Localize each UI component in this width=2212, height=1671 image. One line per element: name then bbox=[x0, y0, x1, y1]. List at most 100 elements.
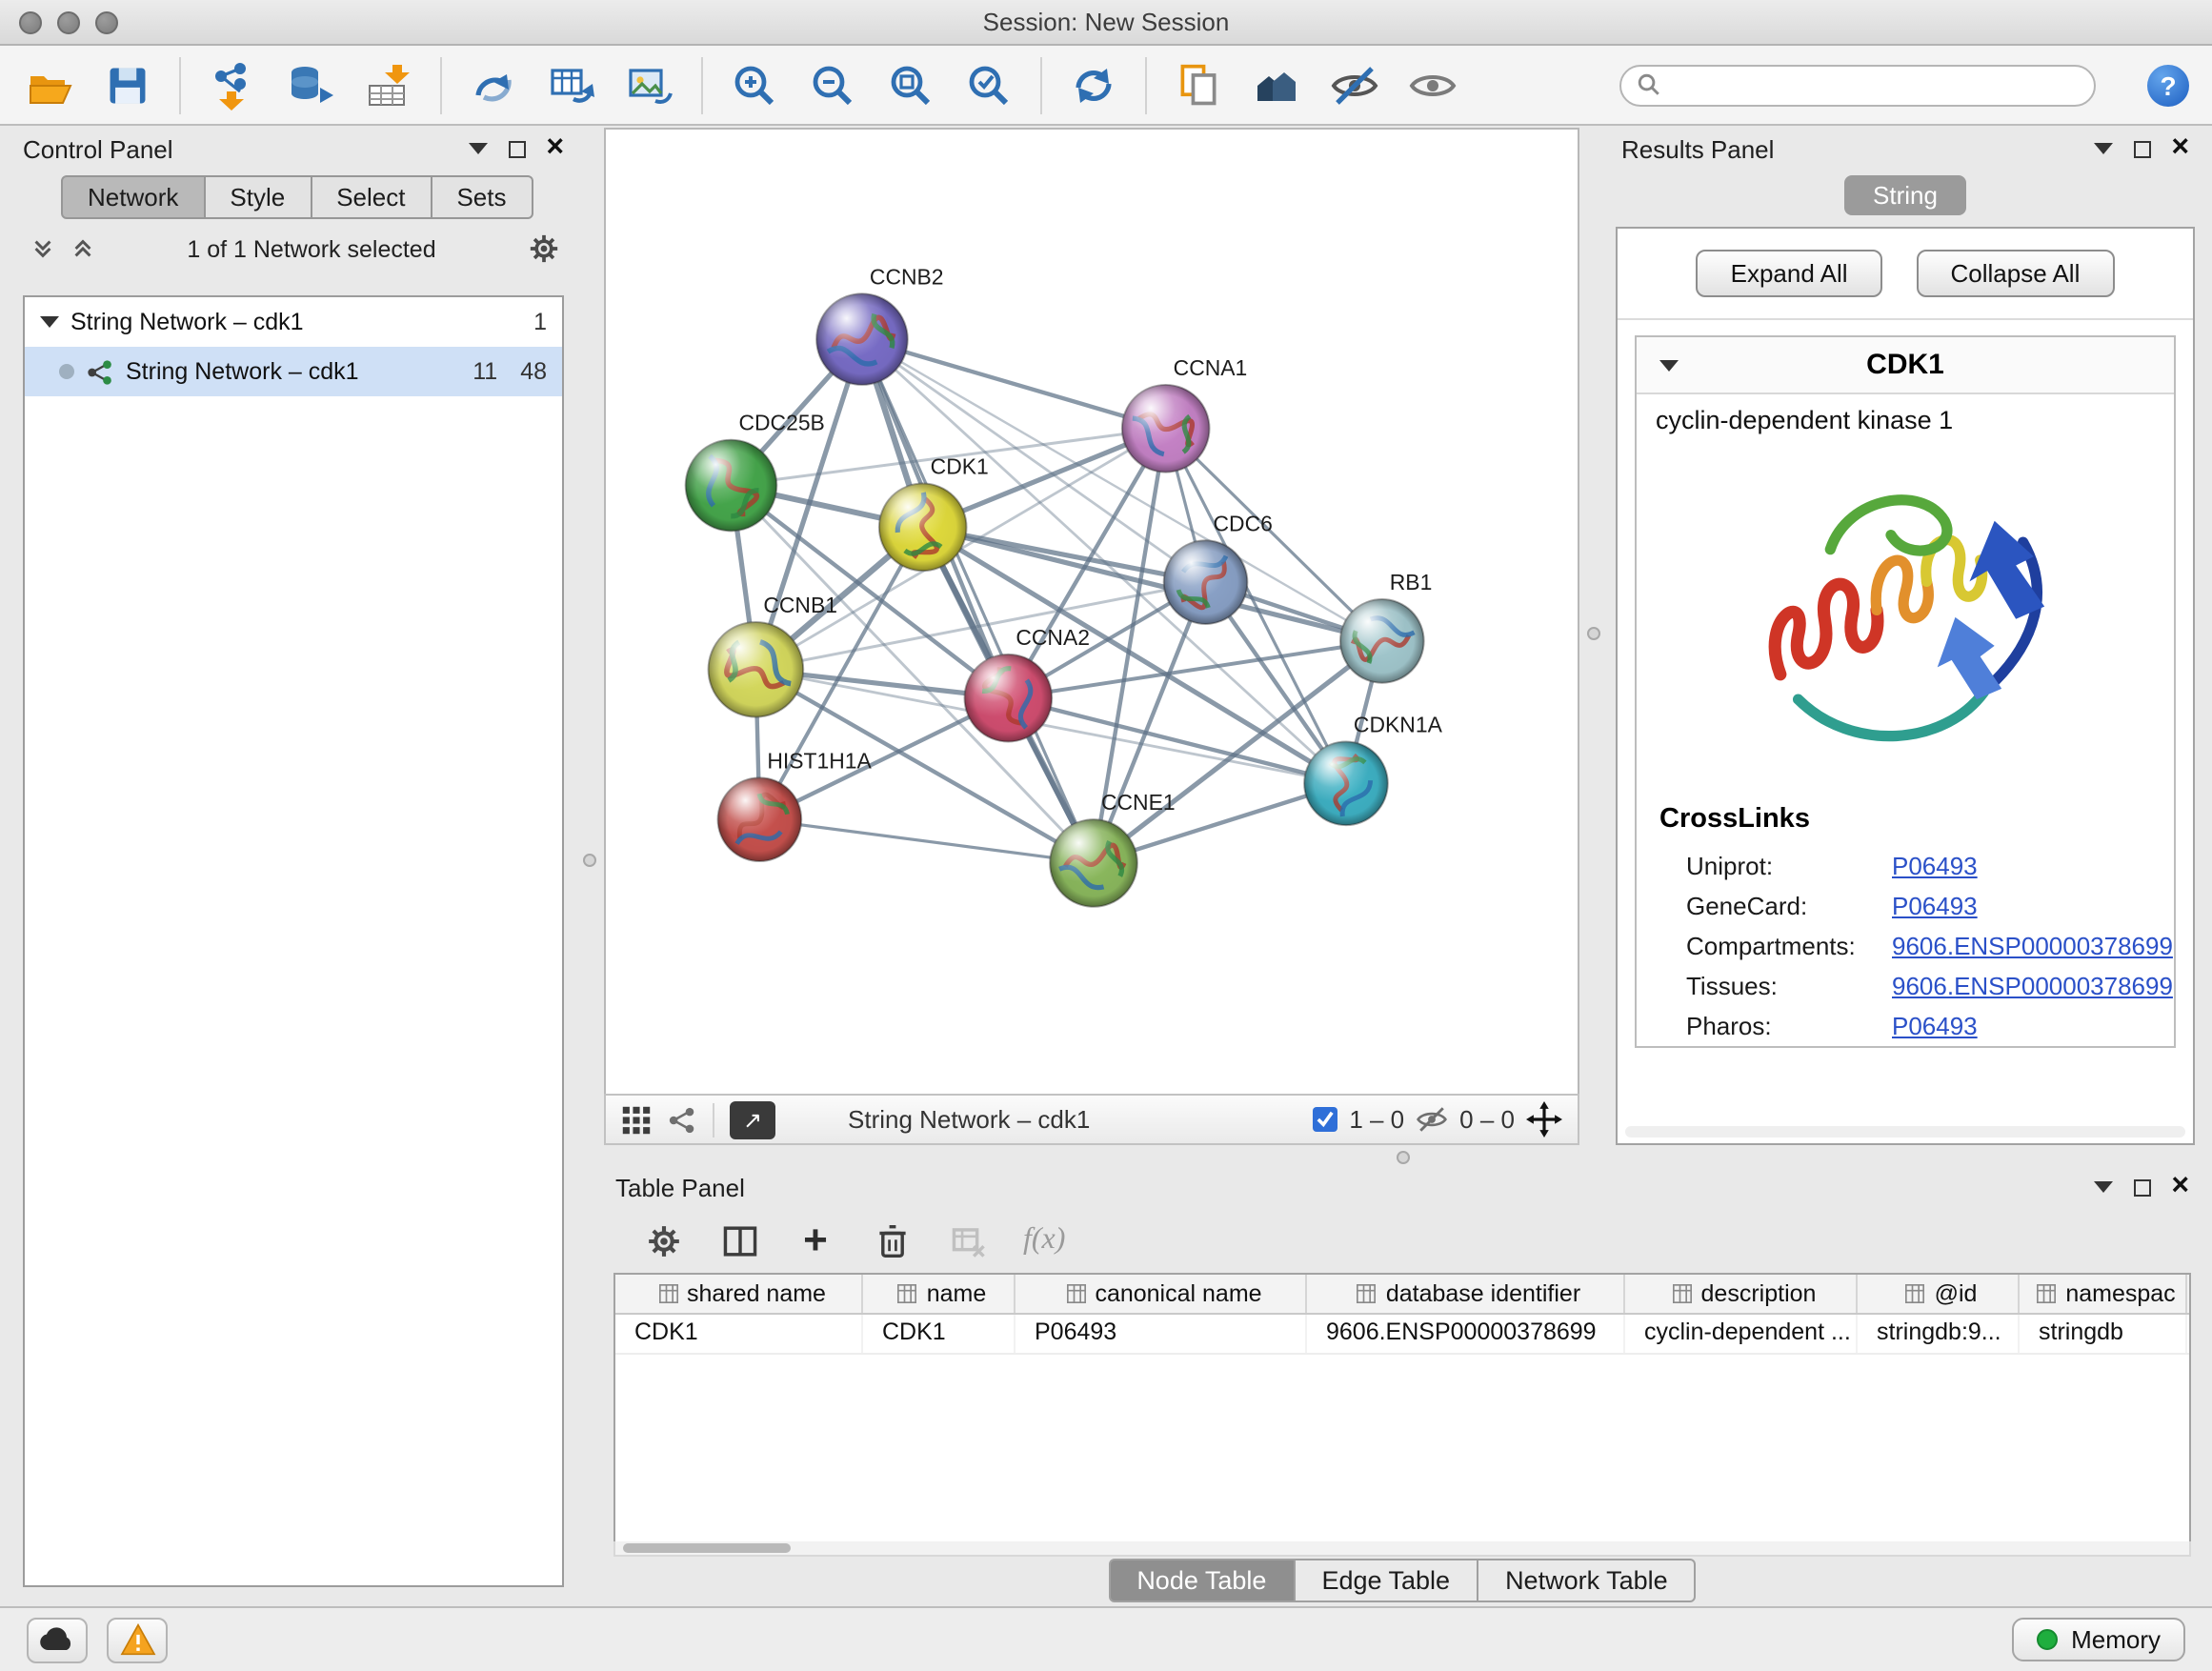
node-CCNB1[interactable]: CCNB1 bbox=[709, 593, 837, 717]
home-layout-button[interactable] bbox=[1250, 58, 1303, 111]
share-view-icon[interactable] bbox=[667, 1104, 697, 1135]
hide-selected-button[interactable] bbox=[1328, 58, 1381, 111]
crosslink-value-link[interactable]: P06493 bbox=[1892, 852, 1978, 880]
edge-CCNB2-CCNA1[interactable] bbox=[862, 339, 1166, 429]
tab-network[interactable]: Network bbox=[61, 175, 205, 219]
column-header[interactable]: shared name bbox=[615, 1275, 863, 1313]
panel-close-icon[interactable] bbox=[546, 135, 564, 162]
crosslink-value-link[interactable]: P06493 bbox=[1892, 892, 1978, 920]
show-columns-button[interactable] bbox=[718, 1219, 760, 1261]
column-header[interactable]: namespac bbox=[2020, 1275, 2187, 1313]
crosslink-value-link[interactable]: 9606.ENSP00000378699 bbox=[1892, 932, 2173, 960]
gene-expander-icon[interactable] bbox=[1659, 359, 1679, 371]
help-button[interactable] bbox=[2147, 64, 2189, 106]
column-header[interactable]: description bbox=[1625, 1275, 1858, 1313]
hidden-eye-icon[interactable] bbox=[1416, 1103, 1448, 1136]
network-tools-button[interactable] bbox=[467, 58, 520, 111]
node-label-CDC6: CDC6 bbox=[1214, 511, 1273, 535]
import-table-button[interactable] bbox=[362, 58, 415, 111]
network-view-canvas[interactable]: CCNB2CCNA1CDC25BCDK1CDC6RB1CCNB1CCNA2CDK… bbox=[604, 128, 1579, 1094]
node-label-CCNB2: CCNB2 bbox=[870, 264, 944, 289]
table-hscroll-thumb[interactable] bbox=[623, 1543, 791, 1553]
memory-button[interactable]: Memory bbox=[2012, 1618, 2185, 1661]
import-network-database-button[interactable] bbox=[284, 58, 337, 111]
save-session-button[interactable] bbox=[101, 58, 154, 111]
show-all-button[interactable] bbox=[1406, 58, 1459, 111]
collection-expander-icon[interactable] bbox=[40, 316, 59, 328]
table-settings-button[interactable] bbox=[642, 1219, 684, 1261]
tab-select[interactable]: Select bbox=[312, 175, 432, 219]
detach-view-button[interactable] bbox=[730, 1100, 775, 1138]
panel-float-icon[interactable] bbox=[2133, 140, 2150, 157]
import-network-file-button[interactable] bbox=[206, 58, 259, 111]
selected-checkbox-icon[interactable] bbox=[1313, 1107, 1337, 1132]
maximize-window-icon[interactable] bbox=[95, 11, 118, 34]
function-builder-button[interactable]: f(x) bbox=[1023, 1223, 1065, 1258]
control-panel-header: Control Panel bbox=[11, 128, 575, 170]
panel-menu-icon[interactable] bbox=[2093, 143, 2112, 154]
table-hscrollbar[interactable] bbox=[613, 1541, 2191, 1557]
tab-edge-table[interactable]: Edge Table bbox=[1295, 1559, 1478, 1602]
panel-float-icon[interactable] bbox=[2133, 1178, 2150, 1196]
expand-all-icon[interactable] bbox=[70, 236, 95, 261]
crosslink-value-link[interactable]: 9606.ENSP00000378699 bbox=[1892, 972, 2173, 1000]
node-CCNB2[interactable]: CCNB2 bbox=[816, 264, 943, 385]
network-collection-row[interactable]: String Network – cdk1 1 bbox=[25, 297, 562, 347]
crosslink-row: Tissues:9606.ENSP00000378699 bbox=[1637, 966, 2174, 1006]
two-arrows-icon bbox=[469, 60, 518, 110]
edge-CCNB2-CCNE1[interactable] bbox=[862, 339, 1094, 863]
crosslink-value-link[interactable]: P06493 bbox=[1892, 1012, 1978, 1040]
tab-string[interactable]: String bbox=[1844, 175, 1966, 215]
edge-HIST1H1A-CCNE1[interactable] bbox=[759, 819, 1094, 863]
zoom-out-button[interactable] bbox=[806, 58, 859, 111]
results-scrollbar[interactable] bbox=[1625, 1126, 2185, 1137]
gene-section-header[interactable]: CDK1 bbox=[1637, 337, 2174, 394]
node-RB1[interactable]: RB1 bbox=[1340, 570, 1432, 683]
node-CCNA1[interactable]: CCNA1 bbox=[1122, 355, 1247, 473]
bottom-splitter-handle[interactable] bbox=[1397, 1151, 1410, 1164]
tab-network-table[interactable]: Network Table bbox=[1478, 1559, 1697, 1602]
gear-icon[interactable] bbox=[528, 232, 560, 265]
pan-crosshair-icon[interactable] bbox=[1526, 1101, 1562, 1137]
zoom-selected-button[interactable] bbox=[962, 58, 1016, 111]
tab-node-table[interactable]: Node Table bbox=[1108, 1559, 1295, 1602]
panel-close-icon[interactable] bbox=[2171, 1174, 2189, 1200]
node-CDK1[interactable]: CDK1 bbox=[879, 454, 989, 572]
network-view-toolbar: String Network – cdk1 1 – 0 0 – 0 bbox=[604, 1094, 1579, 1145]
zoom-in-button[interactable] bbox=[728, 58, 781, 111]
expand-all-button[interactable]: Expand All bbox=[1697, 250, 1882, 297]
panel-float-icon[interactable] bbox=[508, 140, 525, 157]
close-window-icon[interactable] bbox=[19, 11, 42, 34]
column-header[interactable]: @id bbox=[1858, 1275, 2020, 1313]
panel-close-icon[interactable] bbox=[2171, 135, 2189, 162]
copy-document-button[interactable] bbox=[1172, 58, 1225, 111]
node-HIST1H1A[interactable]: HIST1H1A bbox=[718, 748, 873, 861]
column-header[interactable]: database identifier bbox=[1307, 1275, 1625, 1313]
left-splitter-handle[interactable] bbox=[583, 854, 596, 867]
grid-view-icon[interactable] bbox=[621, 1104, 652, 1135]
cloud-status-button[interactable] bbox=[27, 1617, 88, 1662]
node-CDKN1A[interactable]: CDKN1A bbox=[1304, 713, 1442, 826]
collapse-all-button[interactable]: Collapse All bbox=[1917, 250, 2115, 297]
search-input[interactable] bbox=[1673, 71, 2079, 98]
refresh-button[interactable] bbox=[1067, 58, 1120, 111]
panel-menu-icon[interactable] bbox=[468, 143, 487, 154]
delete-column-button[interactable] bbox=[871, 1219, 913, 1261]
minimize-window-icon[interactable] bbox=[57, 11, 80, 34]
column-header[interactable]: name bbox=[863, 1275, 1016, 1313]
open-session-button[interactable] bbox=[23, 58, 76, 111]
export-image-button[interactable] bbox=[623, 58, 676, 111]
tab-style[interactable]: Style bbox=[205, 175, 312, 219]
collapse-all-icon[interactable] bbox=[30, 236, 55, 261]
network-row-selected[interactable]: String Network – cdk1 11 48 bbox=[25, 347, 562, 396]
column-header[interactable]: canonical name bbox=[1016, 1275, 1307, 1313]
zoom-fit-button[interactable] bbox=[884, 58, 937, 111]
add-column-button[interactable] bbox=[794, 1219, 836, 1261]
right-splitter-handle[interactable] bbox=[1587, 627, 1600, 640]
table-row[interactable]: CDK1CDK1P064939606.ENSP00000378699cyclin… bbox=[615, 1315, 2189, 1355]
warnings-button[interactable] bbox=[107, 1617, 168, 1662]
tab-sets[interactable]: Sets bbox=[432, 175, 533, 219]
panel-menu-icon[interactable] bbox=[2093, 1181, 2112, 1193]
export-network-table-button[interactable] bbox=[545, 58, 598, 111]
import-network-file-icon bbox=[208, 60, 257, 110]
